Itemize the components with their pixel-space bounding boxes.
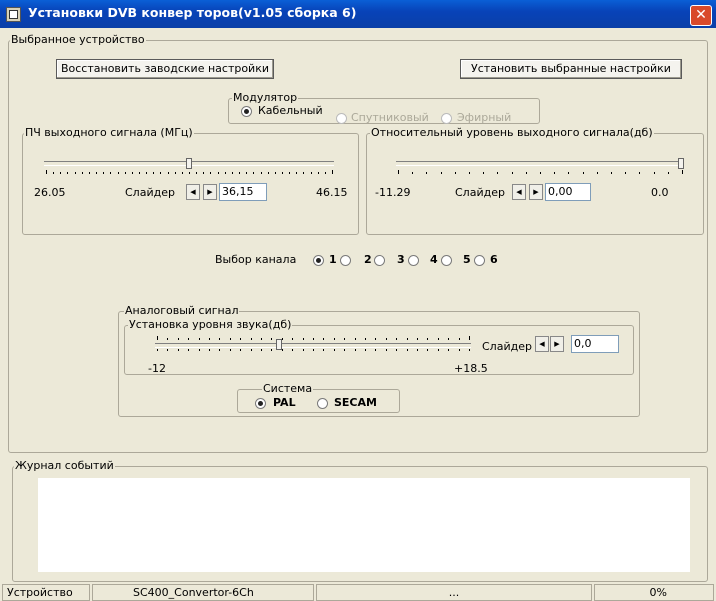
sound-level-label: Установка уровня звука(дб) bbox=[128, 318, 293, 331]
close-button[interactable]: ✕ bbox=[690, 5, 712, 26]
if-output-decrement-button[interactable]: ◀ bbox=[186, 184, 200, 200]
sound-level-decrement-button[interactable]: ◀ bbox=[535, 336, 549, 352]
channel-label-2: 2 bbox=[364, 253, 372, 266]
if-output-slider-label: Слайдер bbox=[125, 186, 175, 199]
restore-defaults-button[interactable]: Восстановить заводские настройки bbox=[56, 59, 274, 79]
channel-label-5: 5 bbox=[463, 253, 471, 266]
analog-signal-label: Аналоговый сигнал bbox=[124, 304, 240, 317]
modulator-satellite-label: Спутниковый bbox=[351, 111, 429, 124]
app-icon bbox=[6, 7, 21, 22]
modulator-cable-radio[interactable] bbox=[241, 106, 252, 117]
channel-radio-1[interactable] bbox=[313, 255, 324, 266]
relative-level-slider[interactable] bbox=[396, 158, 684, 178]
channel-radio-2[interactable] bbox=[340, 255, 351, 266]
system-pal-label: PAL bbox=[273, 396, 296, 409]
system-secam-radio[interactable] bbox=[317, 398, 328, 409]
sound-level-slider-bottom-ticks bbox=[157, 349, 470, 351]
channel-radio-5[interactable] bbox=[441, 255, 452, 266]
channel-label: Выбор канала bbox=[215, 253, 297, 266]
modulator-cable-label: Кабельный bbox=[258, 104, 323, 117]
device-group-label: Выбранное устройство bbox=[10, 33, 146, 46]
relative-level-slider-thumb[interactable] bbox=[678, 158, 684, 169]
if-output-value-field[interactable]: 36,15 bbox=[219, 183, 267, 201]
system-pal-radio[interactable] bbox=[255, 398, 266, 409]
relative-level-min: -11.29 bbox=[375, 186, 411, 199]
relative-level-max: 0.0 bbox=[651, 186, 669, 199]
modulator-satellite-radio[interactable] bbox=[336, 113, 347, 124]
channel-radio-6[interactable] bbox=[474, 255, 485, 266]
window-title: Установки DVB конвер торов(v1.05 сборка … bbox=[28, 5, 357, 20]
channel-label-3: 3 bbox=[397, 253, 405, 266]
modulator-terrestrial-label: Эфирный bbox=[457, 111, 512, 124]
modulator-label: Модулятор bbox=[232, 91, 299, 104]
channel-label-1: 1 bbox=[329, 253, 337, 266]
status-message: ... bbox=[316, 584, 592, 601]
if-output-min: 26.05 bbox=[34, 186, 66, 199]
sound-level-value-field[interactable]: 0,0 bbox=[571, 335, 619, 353]
status-device-name: SC400_Convertor-6Ch bbox=[92, 584, 314, 601]
relative-level-value-field[interactable]: 0,00 bbox=[545, 183, 591, 201]
relative-level-slider-ticks bbox=[398, 170, 683, 174]
status-device-label: Устройство bbox=[2, 584, 90, 601]
event-log-label: Журнал событий bbox=[14, 459, 115, 472]
modulator-terrestrial-radio[interactable] bbox=[441, 113, 452, 124]
if-output-label: ПЧ выходного сигнала (МГц) bbox=[24, 126, 194, 139]
sound-level-slider[interactable] bbox=[155, 336, 471, 356]
sound-level-max: +18.5 bbox=[454, 362, 488, 375]
relative-level-label: Относительный уровень выходного сигнала(… bbox=[370, 126, 654, 139]
sound-level-min: -12 bbox=[148, 362, 166, 375]
event-log-area[interactable] bbox=[38, 478, 690, 572]
relative-level-slider-label: Слайдер bbox=[455, 186, 505, 199]
relative-level-increment-button[interactable]: ▶ bbox=[529, 184, 543, 200]
channel-radio-3[interactable] bbox=[374, 255, 385, 266]
channel-radio-4[interactable] bbox=[408, 255, 419, 266]
if-output-max: 46.15 bbox=[316, 186, 348, 199]
channel-label-6: 6 bbox=[490, 253, 498, 266]
system-secam-label: SECAM bbox=[334, 396, 377, 409]
sound-level-slider-top-ticks bbox=[157, 336, 470, 340]
channel-label-4: 4 bbox=[430, 253, 438, 266]
apply-settings-button[interactable]: Установить выбранные настройки bbox=[460, 59, 682, 79]
status-progress: 0% bbox=[594, 584, 714, 601]
if-output-slider-thumb[interactable] bbox=[186, 158, 192, 169]
if-output-slider[interactable] bbox=[44, 158, 334, 178]
sound-level-slider-label: Слайдер bbox=[482, 340, 532, 353]
sound-level-increment-button[interactable]: ▶ bbox=[550, 336, 564, 352]
relative-level-decrement-button[interactable]: ◀ bbox=[512, 184, 526, 200]
if-output-slider-ticks bbox=[46, 170, 333, 174]
if-output-increment-button[interactable]: ▶ bbox=[203, 184, 217, 200]
system-label: Система bbox=[262, 382, 314, 395]
